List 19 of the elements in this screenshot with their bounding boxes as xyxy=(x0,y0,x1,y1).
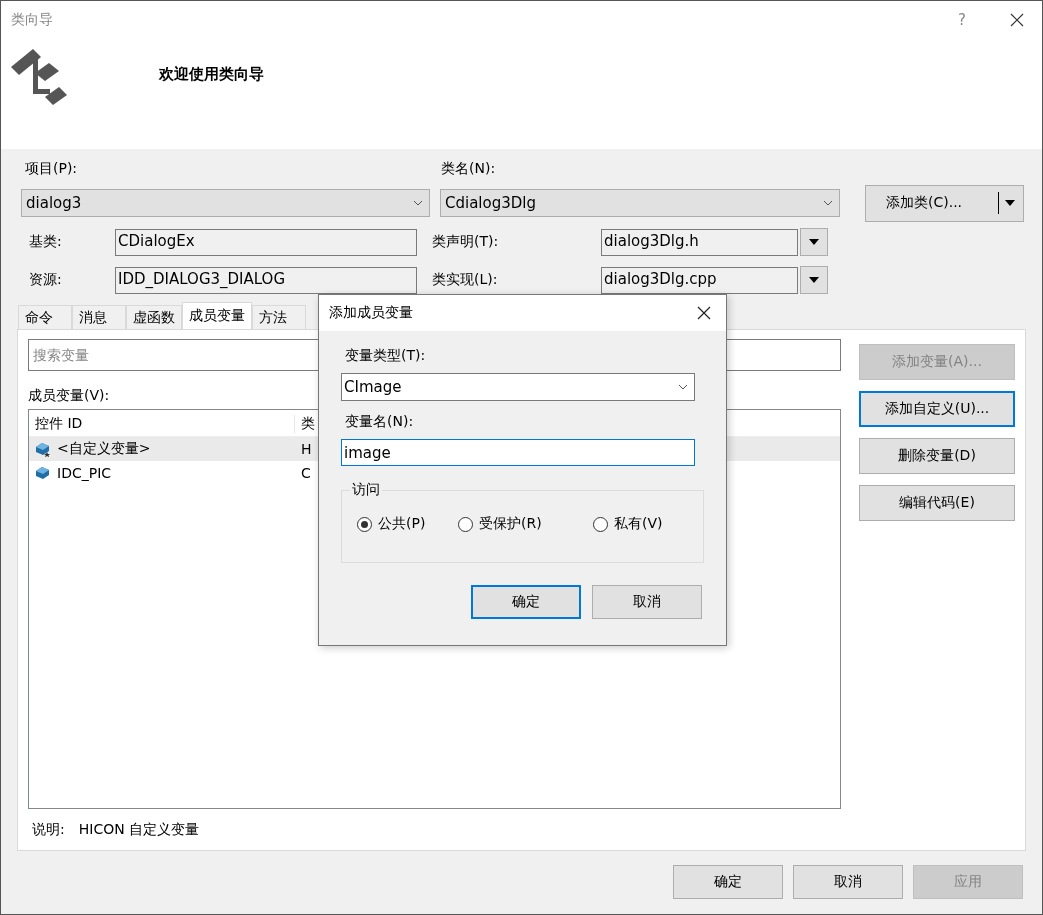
class-declaration-label: 类声明(T): xyxy=(431,233,500,251)
variable-type-label: 变量类型(T): xyxy=(344,347,427,365)
class-name-label: 类名(N): xyxy=(441,160,496,178)
variable-name-label: 变量名(N): xyxy=(344,413,415,431)
window-title: 类向导 xyxy=(11,11,53,29)
member-list-label: 成员变量(V): xyxy=(28,387,110,405)
table-cell: C xyxy=(301,465,311,481)
description-label: 说明: xyxy=(32,821,65,839)
description-text: HICON 自定义变量 xyxy=(78,821,200,839)
class-implementation-label: 类实现(L): xyxy=(431,271,499,289)
resource-label: 资源: xyxy=(28,271,63,289)
access-group-label: 访问 xyxy=(350,481,382,499)
welcome-heading: 欢迎使用类向导 xyxy=(159,65,264,84)
table-cell: H xyxy=(301,441,312,457)
project-label: 项目(P): xyxy=(25,160,79,178)
table-cell-text: <自定义变量> xyxy=(57,440,152,458)
base-class-label: 基类: xyxy=(28,233,63,251)
modal-title: 添加成员变量 xyxy=(329,304,413,322)
table-cell-text: IDC_PIC xyxy=(57,465,113,481)
